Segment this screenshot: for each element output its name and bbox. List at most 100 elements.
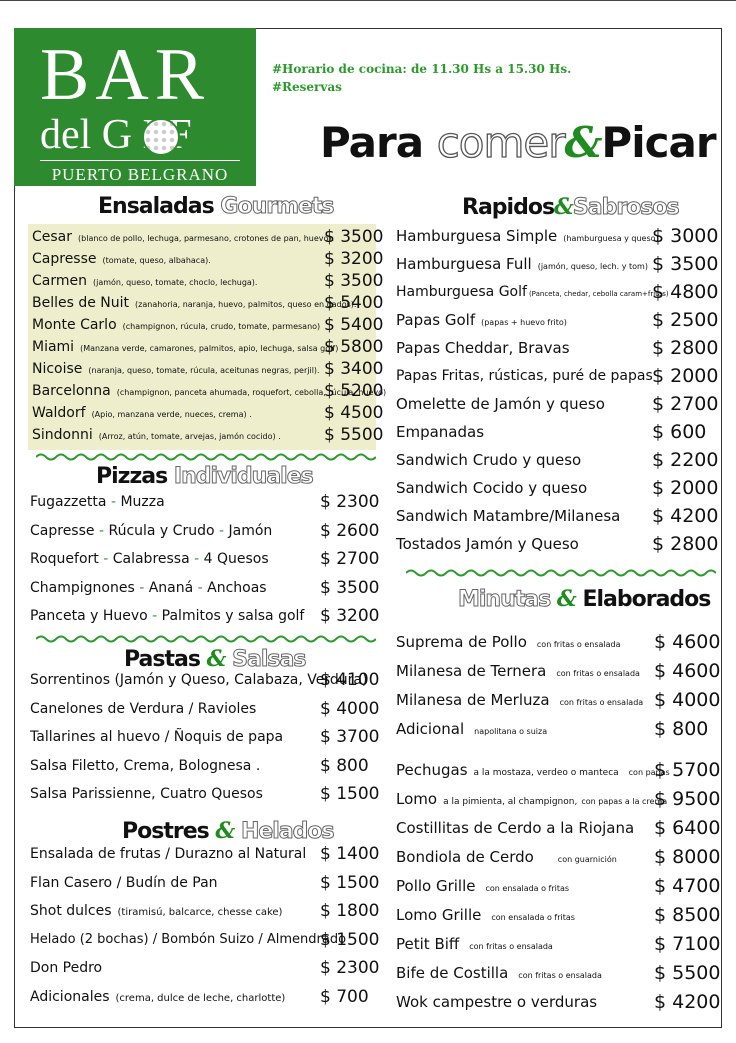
list-item: Pechugas a la mostaza, verdeo o manteca co… (396, 756, 720, 785)
item-price: $ 4000 (320, 698, 380, 719)
item-price: $ 4600 (654, 660, 721, 682)
reservas-text: #Reservas (272, 80, 342, 94)
list-item: Papas Cheddar, Bravas $ 2800 (396, 334, 718, 362)
item-note: con ensalada o fritas (485, 884, 570, 893)
pizza-name: Palmitos y salsa golf (161, 608, 305, 624)
list-item: Capresse (tomate, queso, albahaca). $ 3200 (32, 248, 383, 270)
item-name: Nicoise (32, 361, 83, 377)
item-desc: (hamburguesa y queso) (563, 234, 659, 243)
dash-separator: - (94, 522, 109, 539)
pizza-name: Calabressa (112, 551, 190, 567)
list-item: Helado (2 bochas) / Bombón Suizo / Almen… (30, 926, 379, 955)
item-desc: (blanco de pollo, lechuga, parmesano, cr… (78, 234, 335, 243)
item-price: $ 3200 (320, 606, 380, 626)
item-desc: (crema, dulce de leche, charlotte) (115, 992, 286, 1004)
item-price: $ 3500 (320, 577, 380, 598)
item-desc: con fritas o ensalada (536, 640, 621, 649)
item-price: $ 3500 (652, 253, 719, 275)
item-name: Suprema de Pollo (396, 633, 527, 651)
pizza-name: Capresse (30, 522, 95, 539)
item-price: $ 2600 (320, 520, 380, 541)
title-part1: Para (320, 118, 424, 167)
item-name: Don Pedro (30, 960, 103, 976)
item-price: $ 2000 (652, 477, 719, 499)
item-name: Omelette de Jamón y queso (396, 395, 605, 413)
list-item: Capresse - Rúcula y Crudo - Jamón $ 2600 (30, 517, 380, 546)
pizza-name: Fugazzetta (30, 494, 107, 510)
minutas-list-1: Suprema de Pollo con fritas o ensalada $ 4… (396, 628, 720, 744)
list-item: Canelones de Verdura / Ravioles $ 4000 (30, 695, 380, 724)
list-item: Petit Biff con fritas o ensalada $ 7100 (396, 930, 720, 959)
item-name: Sindonni (32, 427, 93, 443)
item-name: Costillitas de Cerdo a la Riojana (396, 819, 635, 837)
dash-separator: - (189, 551, 204, 567)
dash-separator: - (147, 608, 162, 624)
list-item: Sandwich Crudo y queso $ 2200 (396, 446, 719, 474)
pizzas-list: Fugazzetta - Muzza $ 2300 Capresse - Rúcu… (30, 488, 380, 631)
pizza-name: Roquefort (30, 551, 99, 567)
list-item: Champignones - Ananá - Anchoas $ 3500 (30, 574, 380, 603)
list-item: Waldorf (Apio, manzana verde, nueces, cre… (32, 402, 383, 424)
pizzas-section-title: Pizzas Individuales (96, 464, 314, 490)
item-desc: (Manzana verde, camarones, palmitos, api… (80, 344, 344, 353)
item-price: $ 5500 (654, 962, 721, 984)
item-price: $ 8000 (654, 846, 721, 868)
list-item: Sindonni (Arroz, atún, tomate, arvejas, j… (32, 424, 383, 446)
item-price: $ 9500 (654, 788, 721, 810)
item-price: $ 2000 (652, 365, 719, 387)
item-price: $ 2700 (320, 549, 380, 569)
pizzas-title-bold: Pizzas (96, 464, 168, 489)
rapidos-title-outline: Sabrosos (572, 195, 680, 221)
item-name: Cesar (32, 229, 73, 245)
item-name: Canelones de Verdura / Ravioles (30, 700, 257, 717)
item-name: Belles de Nuit (32, 295, 130, 311)
minutas-title-outline: Minutas (457, 587, 551, 613)
list-item: Hamburguesa Golf (Panceta, chedar, ceboll… (396, 278, 719, 306)
item-name: Bife de Costilla (396, 964, 509, 982)
list-item: Papas Golf (papas + huevo frito) $ 2500 (396, 306, 719, 334)
list-item: Panceta y Huevo - Palmitos y salsa golf $… (30, 602, 380, 631)
postres-list: Ensalada de frutas / Durazno al Natural $… (30, 840, 380, 1011)
list-item: Milanesa de Merluza con fritas o ensalada… (396, 686, 720, 715)
rapidos-list: Hamburguesa Simple (hamburguesa y queso) $… (396, 222, 719, 558)
list-item: Lomo Grille con ensalada o fritas $ 8500 (396, 901, 720, 930)
list-item: Fugazzetta - Muzza $ 2300 (30, 488, 379, 517)
dash-separator: - (134, 579, 149, 596)
rapidos-section-title: Rapidos&Sabrosos (462, 194, 680, 221)
item-name: Ensalada de frutas / Durazno al Natural (30, 846, 307, 862)
item-price: $ 800 (320, 755, 369, 776)
title-ampersand: & (564, 118, 603, 167)
item-name: Empanadas (396, 423, 485, 441)
item-note: con ensalada o fritas (491, 913, 575, 922)
item-name: Milanesa de Ternera (396, 662, 547, 680)
list-item: Shot dulces (tiramisú, balcarce, chesse c… (30, 897, 380, 926)
kitchen-hours-info: #Horario de cocina: de 11.30 Hs a 15.30 … (272, 60, 571, 96)
rapidos-title-amp: & (554, 194, 574, 220)
rapidos-title-bold: Rapidos (462, 195, 555, 220)
list-item: Empanadas $ 600 (396, 418, 716, 446)
item-name: Shot dulces (30, 903, 112, 919)
item-price: $ 2500 (652, 309, 719, 331)
item-price: $ 1800 (320, 901, 380, 921)
item-price: $ 4700 (654, 875, 721, 897)
dash-separator: - (106, 494, 121, 510)
item-name: Tostados Jamón y Queso (396, 535, 579, 553)
item-name: Flan Casero / Budín de Pan (30, 874, 218, 891)
item-name: Salsa Parissienne, Cuatro Quesos (30, 786, 263, 802)
list-item: Miami (Manzana verde, camarones, palmitos… (32, 336, 383, 358)
item-name: Hamburguesa Golf (396, 284, 527, 300)
item-desc: (Apio, manzana verde, nueces, crema) . (91, 410, 252, 419)
item-price: $ 4500 (324, 403, 384, 423)
item-name: Milanesa de Merluza (396, 691, 550, 709)
item-price: $ 2200 (652, 449, 719, 471)
item-name: Wok campestre o verduras (396, 993, 598, 1011)
item-price: $ 4600 (654, 631, 721, 653)
item-name: Papas Cheddar, Bravas (396, 339, 570, 357)
item-price: $ 7100 (654, 933, 721, 955)
item-price: $ 5800 (324, 337, 384, 357)
item-price: $ 4800 (652, 281, 719, 303)
list-item: Bife de Costilla con fritas o ensalada $ 5… (396, 959, 720, 988)
item-desc: (tomate, queso, albahaca). (102, 256, 211, 265)
list-item: Barcelonna (champignon, panceta ahumada, … (32, 380, 386, 402)
item-price: $ 2300 (320, 958, 380, 978)
